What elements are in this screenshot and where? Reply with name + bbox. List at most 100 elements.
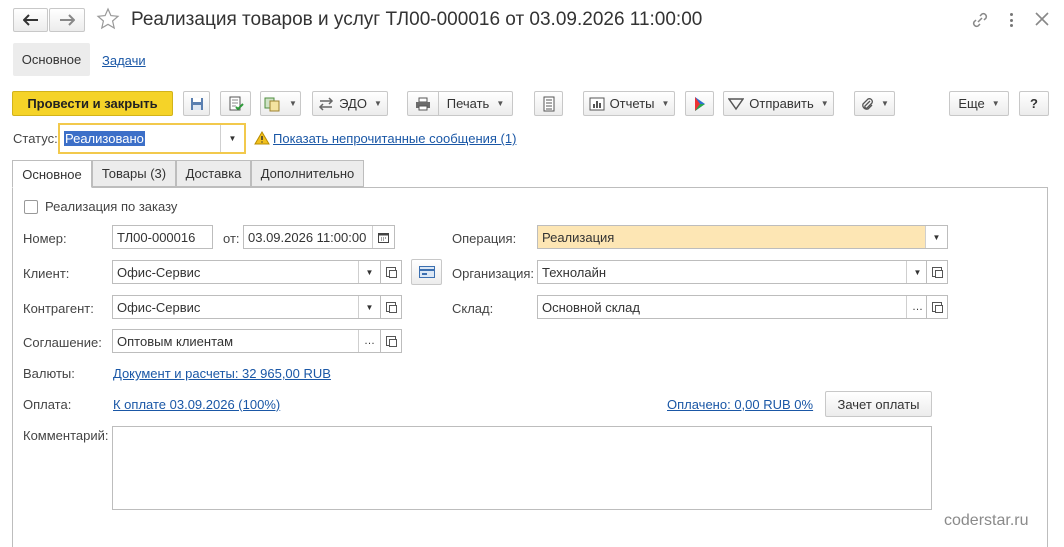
tab-additional[interactable]: Дополнительно — [251, 160, 364, 187]
currency-label: Валюты: — [23, 366, 75, 381]
open-icon — [932, 302, 943, 313]
more-label: Еще — [958, 96, 985, 111]
attachments-button[interactable]: ▼ — [854, 91, 895, 116]
edo-button[interactable]: ЭДО ▼ — [312, 91, 388, 116]
send-button[interactable]: Отправить ▼ — [723, 91, 834, 116]
unread-messages-link[interactable]: Показать непрочитанные сообщения (1) — [273, 131, 516, 146]
organization-select[interactable]: Технолайн ▼ — [537, 260, 929, 284]
organization-value: Технолайн — [542, 264, 607, 280]
status-dropdown-button[interactable]: ▼ — [220, 125, 244, 152]
arrow-right-icon — [60, 14, 75, 26]
contractor-label: Контрагент: — [23, 301, 94, 316]
close-icon[interactable] — [1033, 10, 1051, 28]
by-order-label: Реализация по заказу — [45, 199, 178, 214]
payment-offset-button[interactable]: Зачет оплаты — [825, 391, 932, 417]
post-button[interactable] — [220, 91, 251, 116]
client-card-button[interactable] — [411, 259, 442, 285]
open-icon — [386, 267, 397, 278]
warning-icon — [254, 131, 270, 145]
warehouse-select[interactable]: Основной склад … — [537, 295, 929, 319]
send-icon — [728, 97, 745, 110]
list-icon — [543, 96, 554, 111]
print-quick-button[interactable] — [408, 92, 439, 115]
agreement-select[interactable]: Оптовым клиентам … — [112, 329, 381, 353]
operation-dropdown-button[interactable]: ▼ — [925, 226, 947, 248]
more-vert-icon[interactable] — [1006, 10, 1016, 30]
save-button[interactable] — [183, 91, 210, 116]
back-button[interactable] — [13, 8, 48, 32]
client-open-button[interactable] — [380, 260, 402, 284]
link-icon[interactable] — [971, 11, 989, 29]
from-label: от: — [223, 231, 240, 246]
status-value: Реализовано — [64, 131, 145, 146]
create-based-icon — [264, 97, 280, 111]
arrow-left-icon — [22, 14, 38, 26]
client-dropdown-button[interactable]: ▼ — [358, 261, 380, 283]
structure-button[interactable] — [534, 91, 563, 116]
contractor-value: Офис-Сервис — [117, 299, 201, 315]
organization-dropdown-button[interactable]: ▼ — [906, 261, 928, 283]
page-title: Реализация товаров и услуг ТЛ00-000016 о… — [131, 9, 703, 30]
open-icon — [386, 302, 397, 313]
paid-link[interactable]: Оплачено: 0,00 RUB 0% — [667, 397, 813, 412]
client-select[interactable]: Офис-Сервис ▼ — [112, 260, 381, 284]
post-and-close-button[interactable]: Провести и закрыть — [12, 91, 173, 116]
client-value: Офис-Сервис — [117, 264, 201, 280]
post-document-icon — [229, 96, 244, 110]
warehouse-choose-button[interactable]: … — [906, 296, 928, 318]
date-input[interactable]: 03.09.2026 11:00:00 — [243, 225, 395, 249]
save-icon — [190, 97, 203, 110]
tab-main-section[interactable]: Основное — [13, 43, 90, 76]
comment-label: Комментарий: — [23, 428, 109, 443]
agreement-open-button[interactable] — [380, 329, 402, 353]
warehouse-open-button[interactable] — [926, 295, 948, 319]
tab-delivery[interactable]: Доставка — [176, 160, 251, 187]
comment-textarea[interactable] — [112, 426, 932, 510]
reports-button[interactable]: Отчеты ▼ — [583, 91, 675, 116]
agreement-choose-button[interactable]: … — [358, 330, 380, 352]
calendar-button[interactable] — [372, 226, 394, 248]
contractor-select[interactable]: Офис-Сервис ▼ — [112, 295, 381, 319]
operation-select[interactable]: Реализация ▼ — [537, 225, 948, 249]
chevron-down-icon: ▼ — [661, 99, 670, 108]
help-button[interactable]: ? — [1019, 91, 1049, 116]
bots-button[interactable] — [685, 91, 714, 116]
organization-open-button[interactable] — [926, 260, 948, 284]
client-label: Клиент: — [23, 266, 70, 281]
by-order-checkbox[interactable] — [24, 200, 38, 214]
tab-goods[interactable]: Товары (3) — [92, 160, 176, 187]
forward-button[interactable] — [49, 8, 85, 32]
tab-tasks-link[interactable]: Задачи — [102, 53, 146, 68]
print-label: Печать — [446, 96, 490, 111]
warehouse-label: Склад: — [452, 301, 494, 316]
agreement-label: Соглашение: — [23, 335, 102, 350]
status-select[interactable]: Реализовано ▼ — [58, 123, 246, 154]
number-label: Номер: — [23, 231, 67, 246]
edo-label: ЭДО — [339, 96, 367, 111]
tab-main[interactable]: Основное — [12, 160, 92, 188]
create-based-on-button[interactable]: ▼ — [260, 91, 301, 116]
currency-link[interactable]: Документ и расчеты: 32 965,00 RUB — [113, 366, 331, 381]
payment-label: Оплата: — [23, 397, 72, 412]
open-icon — [932, 267, 943, 278]
watermark: coderstar.ru — [944, 512, 1029, 529]
organization-label: Организация: — [452, 266, 535, 281]
card-icon — [418, 266, 435, 278]
reports-label: Отчеты — [609, 96, 655, 111]
contractor-open-button[interactable] — [380, 295, 402, 319]
reports-icon — [589, 97, 605, 110]
printer-icon — [416, 97, 430, 110]
play-colored-icon — [694, 96, 705, 111]
chevron-down-icon: ▼ — [881, 99, 889, 108]
print-menu-button[interactable]: Печать ▼ — [439, 96, 512, 111]
contractor-dropdown-button[interactable]: ▼ — [358, 296, 380, 318]
favorite-star-icon[interactable] — [96, 7, 120, 31]
number-input[interactable]: ТЛ00-000016 — [112, 225, 213, 249]
operation-value: Реализация — [542, 229, 615, 245]
payment-link[interactable]: К оплате 03.09.2026 (100%) — [113, 397, 280, 412]
chevron-down-icon: ▼ — [820, 99, 829, 108]
more-button[interactable]: Еще ▼ — [949, 91, 1009, 116]
operation-label: Операция: — [452, 231, 517, 246]
send-label: Отправить — [749, 96, 814, 111]
edo-icon — [319, 96, 334, 111]
